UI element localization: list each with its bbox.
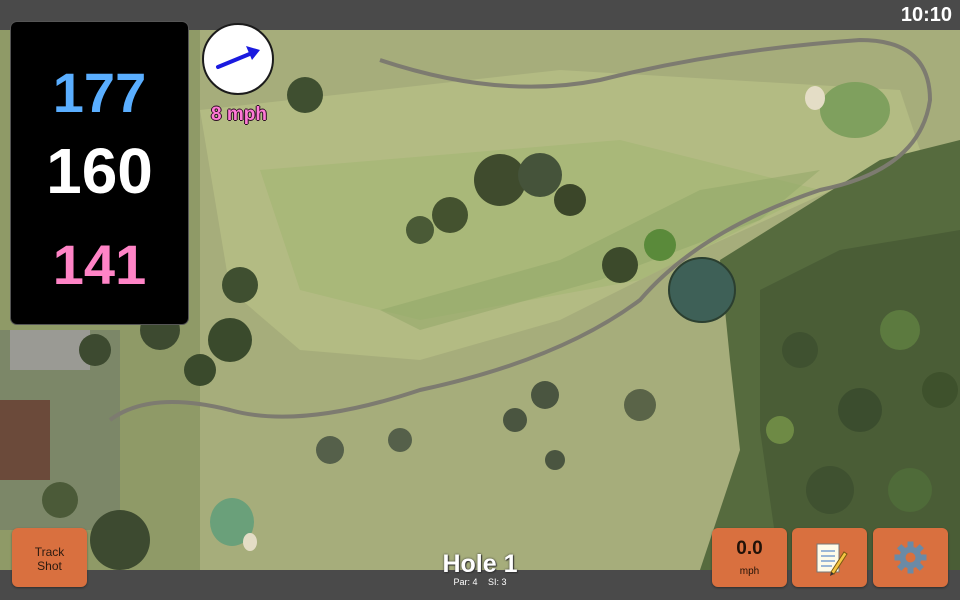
speed-unit: mph [739, 566, 760, 577]
hole-stroke-index: SI: 3 [488, 577, 507, 587]
notepad-icon [816, 543, 848, 576]
track-shot-button[interactable]: Track Shot [12, 528, 87, 587]
gear-icon [894, 541, 927, 574]
hole-par: Par: 4 [453, 577, 478, 587]
wind-indicator [202, 23, 274, 95]
track-shot-label-line1: Track [34, 545, 65, 559]
hole-info: Par: 4 SI: 3 [400, 577, 560, 587]
back-yardage: 177 [52, 61, 147, 124]
notes-button[interactable] [792, 528, 867, 587]
hole-title: Hole 1 [442, 550, 518, 578]
clock: 10:10 [900, 4, 952, 26]
arrow-right-icon [216, 46, 260, 69]
settings-button[interactable] [873, 528, 948, 587]
track-shot-label-line2: Shot [37, 559, 62, 573]
middle-yardage: 160 [46, 135, 153, 207]
yardage-panel: 177 160 141 [11, 22, 188, 324]
front-yardage: 141 [52, 233, 147, 296]
speed-button[interactable]: 0.0 mph [712, 528, 787, 587]
wind-speed-label: 8 mph [211, 104, 267, 125]
speed-value: 0.0 [736, 538, 763, 559]
